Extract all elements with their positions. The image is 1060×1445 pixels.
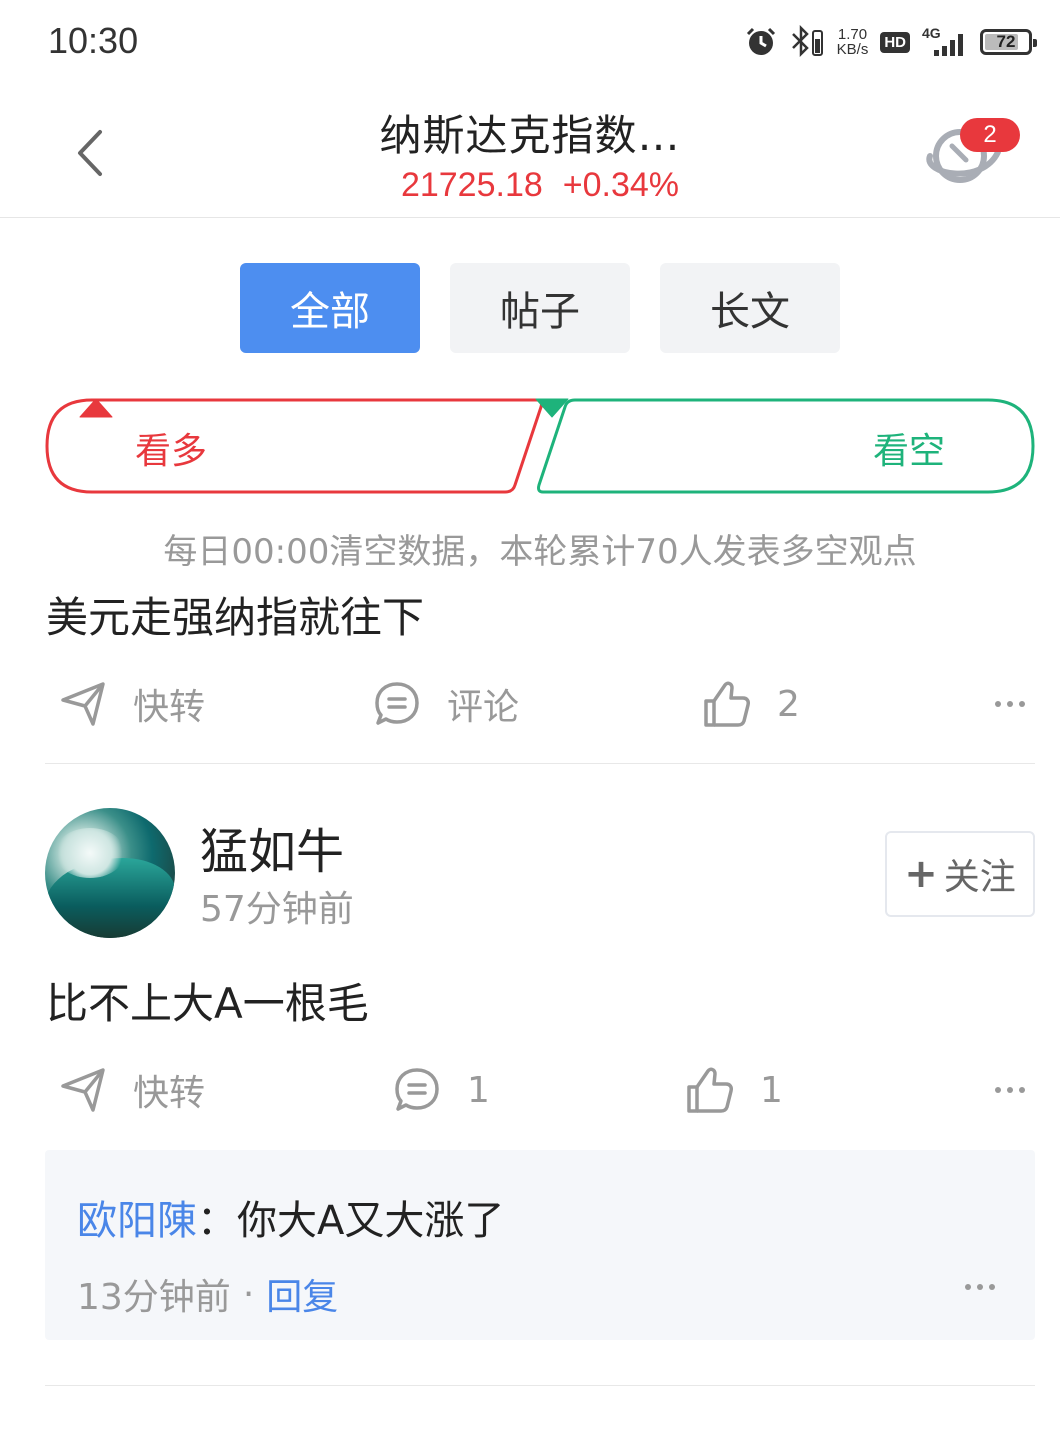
meta-dot: · — [242, 1273, 255, 1315]
bullish-button[interactable]: 看多 — [45, 398, 545, 494]
divider — [45, 763, 1035, 764]
comment-label: 评论 — [447, 687, 520, 728]
reply-button[interactable]: 回复 — [266, 1268, 338, 1320]
reply-separator: ： — [197, 1198, 237, 1244]
reply-text: 你大A又大涨了 — [237, 1198, 505, 1244]
index-price: 21725.18 — [400, 166, 543, 204]
tab-all[interactable]: 全部 — [240, 263, 420, 353]
more-options-button[interactable] — [995, 694, 1025, 714]
battery-level: 72 — [996, 32, 1016, 51]
triangle-up-icon — [79, 398, 113, 418]
send-icon — [61, 1068, 105, 1112]
reply-more-button[interactable] — [965, 1284, 995, 1292]
like-count: 1 — [760, 1069, 783, 1111]
like-count: 2 — [777, 683, 800, 725]
comment-count: 1 — [467, 1069, 490, 1111]
index-change: +0.34% — [562, 166, 680, 204]
network-speed-unit: KB/s — [836, 41, 869, 58]
bearish-button-outline — [537, 398, 1035, 494]
comment-icon — [395, 1068, 439, 1111]
comment-button[interactable]: 评论 — [373, 674, 519, 734]
thumbs-up-icon — [704, 681, 750, 727]
more-options-button[interactable] — [995, 1080, 1025, 1100]
comment-icon — [375, 682, 419, 725]
alarm-icon — [746, 27, 775, 55]
reply-time: 13分钟前 — [77, 1277, 231, 1318]
share-label: 快转 — [133, 1073, 206, 1114]
bearish-button[interactable]: 看空 — [535, 398, 1035, 494]
vote-summary: 每日00:00清空数据，本轮累计70人发表多空观点 — [163, 532, 917, 572]
page-header: 纳斯达克指数… 21725.18 +0.34% 2 — [0, 80, 1060, 218]
share-label: 快转 — [133, 687, 206, 728]
reply-author[interactable]: 欧阳陳 — [77, 1198, 197, 1244]
share-button[interactable]: 快转 — [59, 674, 205, 734]
filter-tabs: 全部 帖子 长文 — [240, 263, 840, 353]
hd-badge: HD — [880, 31, 910, 53]
like-button[interactable]: 1 — [686, 1060, 783, 1120]
post-2-username[interactable]: 猛如牛 — [200, 812, 344, 882]
send-icon — [61, 682, 105, 726]
network-type: 4G — [922, 26, 941, 41]
tab-posts[interactable]: 帖子 — [450, 263, 630, 353]
follow-button[interactable]: + 关注 — [885, 831, 1035, 917]
message-count-badge: 2 — [960, 118, 1020, 152]
page-title: 纳斯达克指数… — [379, 111, 681, 160]
index-quote: 21725.18 +0.34% — [0, 166, 1060, 205]
post-1-text[interactable]: 美元走强纳指就往下 — [46, 584, 424, 645]
bullish-button-outline — [45, 398, 543, 494]
status-time: 10:30 — [48, 20, 139, 61]
battery-icon: 72 — [980, 29, 1037, 55]
bearish-label: 看空 — [872, 431, 945, 472]
tab-articles[interactable]: 长文 — [660, 263, 840, 353]
plus-icon: + — [904, 851, 938, 897]
next-post-username[interactable]: 新浪精选高频财经三杠 — [200, 1430, 680, 1445]
bullish-label: 看多 — [135, 431, 208, 472]
status-icons: 1.70 KB/s HD 4G 72 — [745, 22, 1037, 62]
comment-button[interactable]: 1 — [393, 1060, 490, 1120]
network-speed: 1.70 KB/s — [837, 27, 869, 57]
avatar[interactable] — [45, 808, 175, 938]
post-1-actions: 快转 评论 2 — [45, 674, 1035, 734]
signal-icon: 4G — [922, 26, 963, 56]
triangle-down-icon — [535, 398, 569, 418]
like-button[interactable]: 2 — [703, 674, 800, 734]
follow-label: 关注 — [943, 857, 1016, 898]
reply-content: 欧阳陳：你大A又大涨了 — [77, 1188, 504, 1246]
post-2-actions: 快转 1 1 — [45, 1060, 1035, 1120]
share-button[interactable]: 快转 — [59, 1060, 205, 1120]
reply-box: 欧阳陳：你大A又大涨了 13分钟前 · 回复 — [45, 1150, 1035, 1340]
network-speed-value: 1.70 — [837, 26, 868, 43]
status-bar: 10:30 1.70 KB/s HD 4G 72 — [0, 0, 1060, 80]
bluetooth-icon — [791, 25, 823, 58]
post-2-time: 57分钟前 — [200, 889, 354, 930]
reply-meta: 13分钟前 · 回复 — [77, 1268, 338, 1320]
divider — [45, 1385, 1035, 1386]
thumbs-up-icon — [687, 1067, 733, 1113]
post-2-text[interactable]: 比不上大A一根毛 — [46, 970, 369, 1031]
